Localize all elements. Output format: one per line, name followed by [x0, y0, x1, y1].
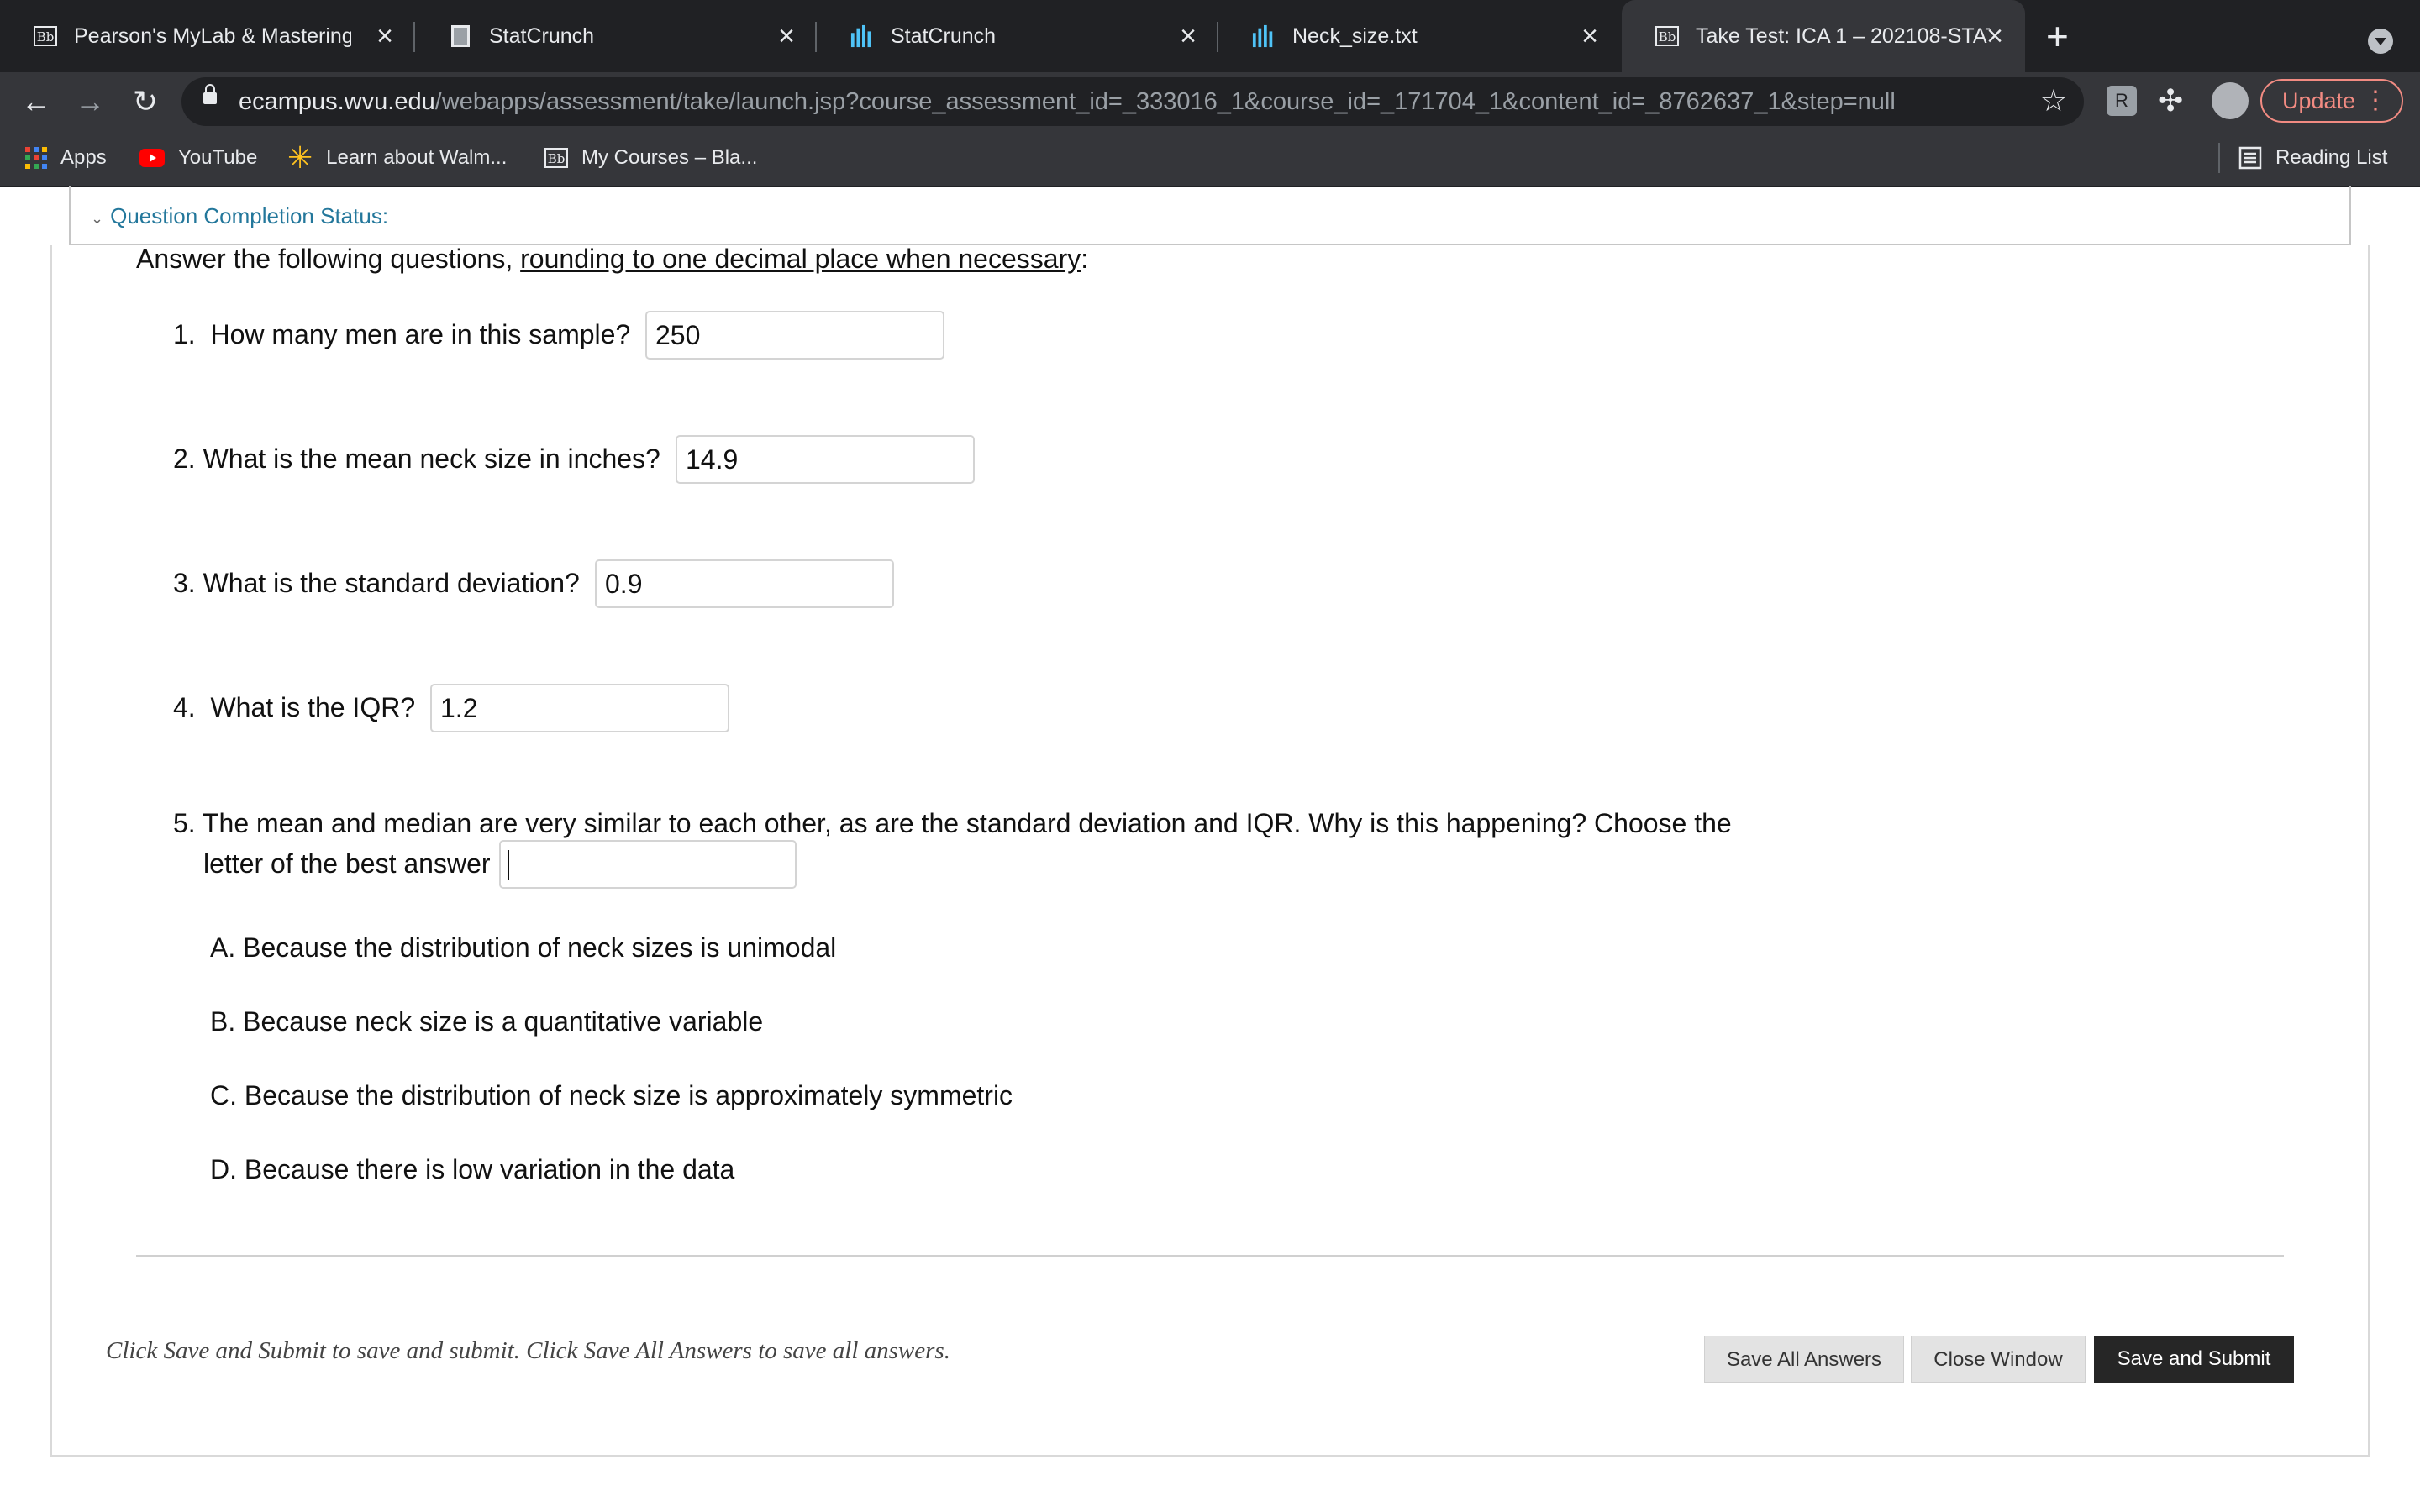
- blackboard-icon: Bb: [1655, 24, 1679, 48]
- tab-take-test[interactable]: Bb Take Test: ICA 1 – 202108-STAT ×: [1622, 0, 2025, 72]
- tab-neck-size[interactable]: Neck_size.txt ×: [1218, 0, 1620, 72]
- tab-title: StatCrunch: [489, 24, 595, 48]
- instructions: Answer the following questions, rounding…: [136, 244, 1089, 274]
- question-1: 1. How many men are in this sample?: [173, 319, 631, 349]
- more-vert-icon: ⋮: [2363, 87, 2388, 114]
- chevron-down-icon: ⌄: [91, 210, 104, 227]
- blackboard-icon: Bb: [544, 148, 568, 168]
- apps-grid-icon: [25, 147, 47, 169]
- question-completion-status-panel: ⌄ Question Completion Status:: [69, 186, 2351, 245]
- bookmark-my-courses[interactable]: Bb My Courses – Bla...: [544, 143, 757, 173]
- close-icon[interactable]: ×: [376, 20, 393, 52]
- url-text: ecampus.wvu.edu/webapps/assessment/take/…: [239, 88, 1896, 115]
- question-completion-status-toggle[interactable]: ⌄ Question Completion Status:: [91, 203, 388, 229]
- answer-field-3[interactable]: [595, 559, 894, 608]
- bookmark-label: Apps: [60, 146, 107, 169]
- new-tab-icon[interactable]: +: [2046, 17, 2069, 55]
- statcrunch-bars-icon: [850, 24, 874, 48]
- save-all-answers-button[interactable]: Save All Answers: [1704, 1336, 1904, 1383]
- close-icon[interactable]: ×: [778, 20, 795, 52]
- extension-icon[interactable]: R: [2107, 86, 2137, 116]
- browser-toolbar: ← → ↻ ecampus.wvu.edu/webapps/assessment…: [0, 72, 2420, 131]
- reading-list-button[interactable]: Reading List: [2238, 143, 2387, 173]
- option-a: A. Because the distribution of neck size…: [210, 932, 837, 963]
- reading-list-label: Reading List: [2275, 146, 2388, 169]
- blackboard-icon: Bb: [34, 24, 57, 48]
- reading-list-icon: [2238, 146, 2262, 170]
- submit-instructions: Click Save and Submit to save and submit…: [106, 1337, 950, 1364]
- bookmark-star-icon[interactable]: ☆: [2040, 83, 2067, 118]
- bookmarks-separator: [2218, 143, 2220, 173]
- document-icon: [449, 24, 472, 48]
- back-arrow-icon[interactable]: ←: [15, 81, 57, 123]
- save-and-submit-button[interactable]: Save and Submit: [2094, 1336, 2294, 1383]
- tab-search-icon[interactable]: [2368, 29, 2393, 54]
- reload-icon[interactable]: ↻: [124, 81, 166, 123]
- statcrunch-bars-icon: [1252, 24, 1276, 48]
- divider: [136, 1255, 2284, 1257]
- bookmarks-bar: Apps YouTube ✳ Learn about Walm... Bb My…: [0, 131, 2420, 187]
- bookmark-label: My Courses – Bla...: [581, 146, 758, 169]
- bookmark-youtube[interactable]: YouTube: [139, 143, 257, 173]
- bookmark-apps[interactable]: Apps: [25, 143, 107, 173]
- question-4: 4. What is the IQR?: [173, 692, 416, 722]
- puzzle-extensions-icon[interactable]: ✣: [2158, 84, 2183, 118]
- tab-title: Take Test: ICA 1 – 202108-STAT: [1696, 24, 1990, 48]
- tab-pearson[interactable]: Bb Pearson's MyLab & Mastering ×: [0, 0, 415, 72]
- close-icon[interactable]: ×: [1986, 20, 2003, 52]
- answer-field-1[interactable]: [645, 311, 944, 360]
- question-5-line-2: letter of the best answer: [203, 848, 491, 879]
- answer-field-4[interactable]: [430, 684, 729, 732]
- option-d: D. Because there is low variation in the…: [210, 1154, 735, 1184]
- answer-field-5[interactable]: [499, 840, 797, 889]
- option-b: B. Because neck size is a quantitative v…: [210, 1006, 764, 1037]
- close-window-button[interactable]: Close Window: [1911, 1336, 2086, 1383]
- question-3: 3. What is the standard deviation?: [173, 568, 580, 598]
- text-cursor: [508, 850, 509, 880]
- bookmark-walmart[interactable]: ✳ Learn about Walm...: [287, 140, 508, 175]
- profile-avatar[interactable]: [2212, 82, 2249, 119]
- tab-title: Neck_size.txt: [1292, 24, 1418, 48]
- tab-title: Pearson's MyLab & Mastering: [74, 24, 351, 48]
- browser-tab-bar: Bb Pearson's MyLab & Mastering × StatCru…: [0, 0, 2420, 72]
- walmart-spark-icon: ✳: [287, 140, 313, 175]
- question-5-line-1: 5. The mean and median are very similar …: [173, 808, 1732, 838]
- update-label: Update: [2282, 88, 2356, 113]
- answer-field-2[interactable]: [676, 435, 975, 484]
- bookmark-label: YouTube: [178, 146, 258, 169]
- address-bar[interactable]: ecampus.wvu.edu/webapps/assessment/take/…: [182, 77, 2084, 126]
- tab-statcrunch-1[interactable]: StatCrunch ×: [415, 0, 817, 72]
- forward-arrow-icon[interactable]: →: [69, 81, 111, 123]
- question-2: 2. What is the mean neck size in inches?: [173, 444, 660, 474]
- update-button[interactable]: Update ⋮: [2260, 79, 2403, 123]
- bookmark-label: Learn about Walm...: [326, 146, 508, 169]
- tab-statcrunch-2[interactable]: StatCrunch ×: [817, 0, 1218, 72]
- option-c: C. Because the distribution of neck size…: [210, 1080, 1013, 1110]
- close-icon[interactable]: ×: [1180, 20, 1197, 52]
- youtube-icon: [139, 149, 165, 167]
- close-icon[interactable]: ×: [1581, 20, 1598, 52]
- tab-title: StatCrunch: [891, 24, 997, 48]
- lock-icon: [203, 84, 217, 104]
